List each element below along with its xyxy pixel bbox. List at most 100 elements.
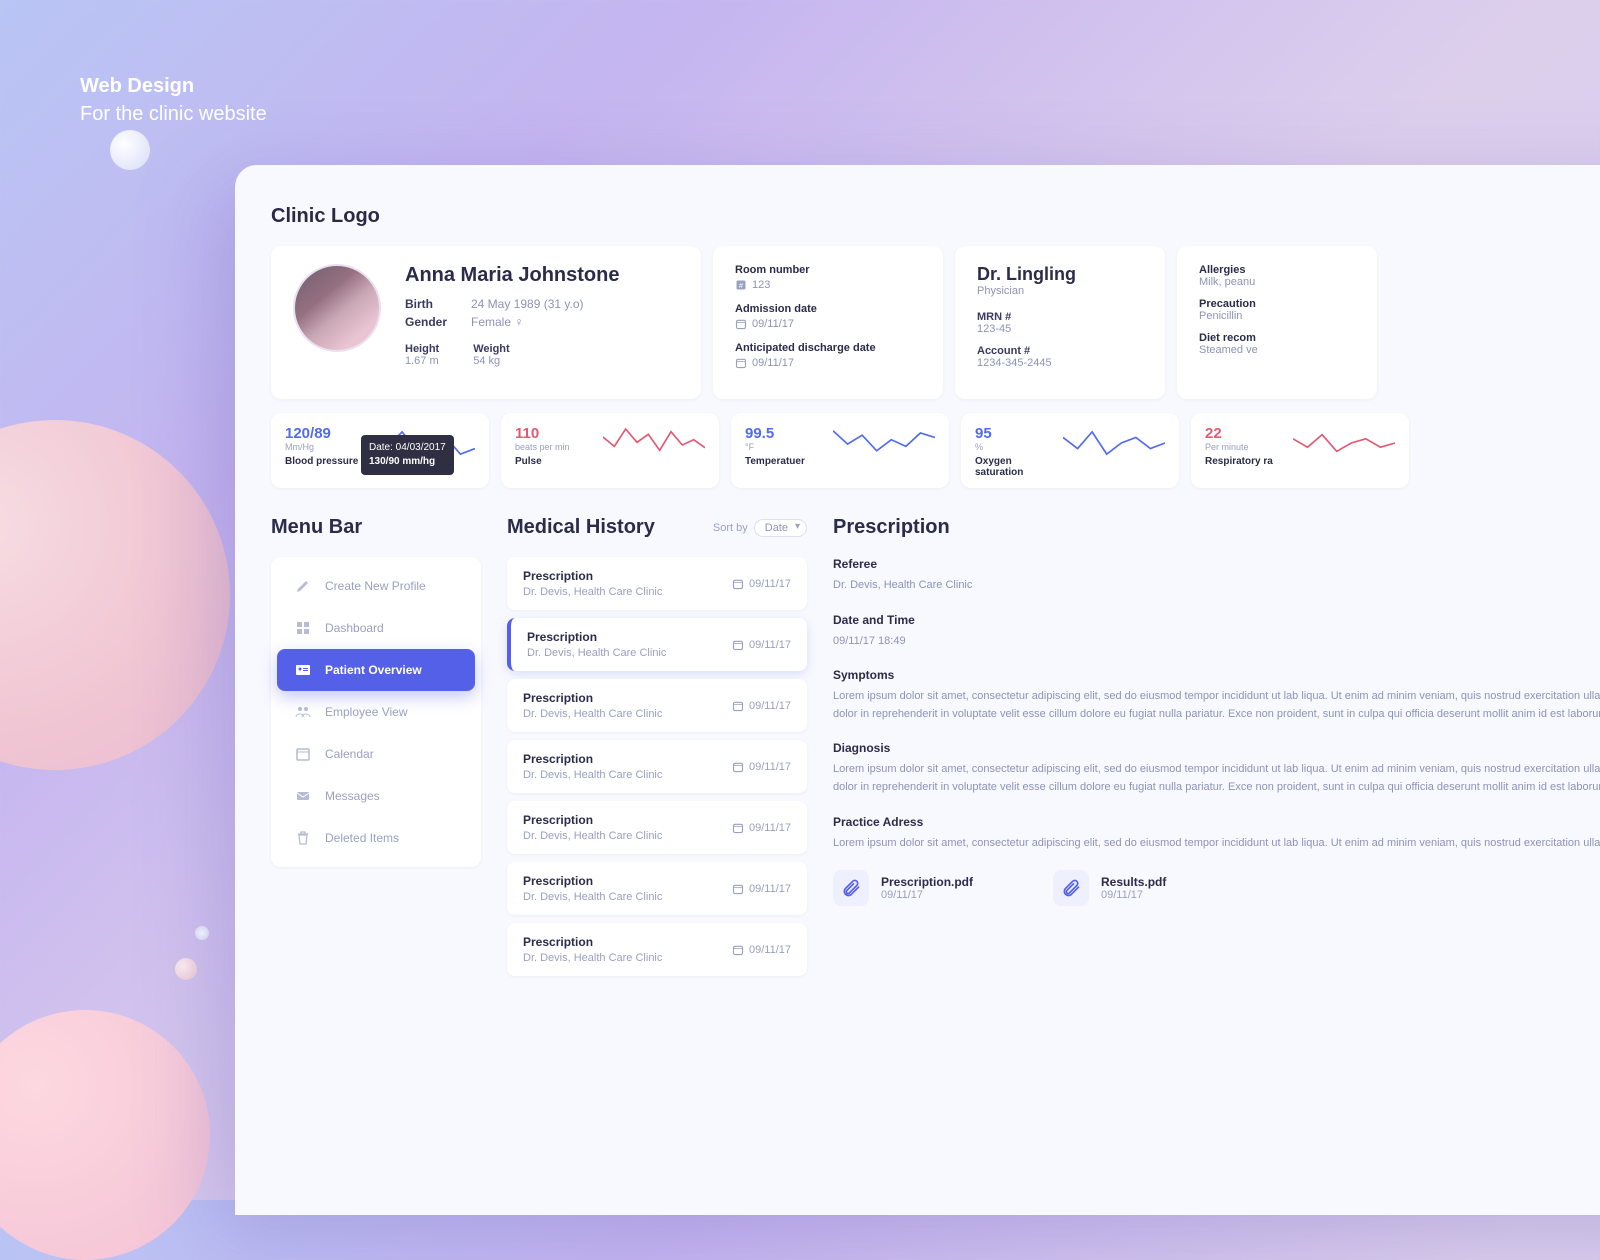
history-item[interactable]: PrescriptionDr. Devis, Health Care Clini… (507, 801, 807, 854)
menu-card: Create New Profile Dashboard Patient Overv… (271, 557, 481, 867)
paperclip-icon (833, 870, 869, 906)
history-item-subtitle: Dr. Devis, Health Care Clinic (523, 769, 662, 781)
sort-by: Sort by Date (713, 519, 807, 537)
history-item-date: 09/11/17 (732, 944, 791, 956)
menu-messages[interactable]: Messages (277, 775, 475, 817)
history-item[interactable]: PrescriptionDr. Devis, Health Care Clini… (507, 679, 807, 732)
datetime-label: Date and Time (833, 613, 1600, 627)
patient-avatar[interactable] (293, 264, 381, 352)
vital-unit: beats per min (515, 442, 593, 452)
account-label: Account # (977, 345, 1143, 357)
history-title: Medical History (507, 516, 655, 539)
menu-calendar[interactable]: Calendar (277, 733, 475, 775)
menu-item-label: Employee View (325, 705, 408, 719)
history-item-title: Prescription (523, 752, 662, 766)
history-column: Medical History Sort by Date Prescriptio… (507, 516, 807, 984)
address-label: Practice Adress (833, 815, 1600, 829)
clinic-logo: Clinic Logo (271, 205, 1600, 228)
menu-item-label: Create New Profile (325, 579, 426, 593)
calendar-icon (732, 761, 744, 773)
patient-card: Anna Maria Johnstone Birth24 May 1989 (3… (271, 246, 701, 399)
history-item-date: 09/11/17 (732, 578, 791, 590)
decorative-orb (0, 1010, 210, 1260)
history-list: Prescription Dr. Devis, Health Care Clini… (507, 557, 807, 976)
menu-title: Menu Bar (271, 516, 481, 539)
diagnosis-label: Diagnosis (833, 741, 1600, 755)
hero-caption-line1: Web Design (80, 72, 267, 100)
history-item-title: Prescription (527, 630, 666, 644)
menu-employee-view[interactable]: Employee View (277, 691, 475, 733)
summary-row: Anna Maria Johnstone Birth24 May 1989 (3… (271, 246, 1600, 399)
account-value: 1234-345-2445 (977, 357, 1143, 369)
doctor-card: Dr. Lingling Physician MRN #123-45 Accou… (955, 246, 1165, 399)
vital-name: Respiratory ra (1205, 456, 1283, 467)
history-item-title: Prescription (523, 813, 662, 827)
history-item-title: Prescription (523, 691, 662, 705)
sparkline-chart (833, 425, 935, 461)
attachment-row: Prescription.pdf09/11/17 Results.pdf09/1… (833, 870, 1600, 906)
height-label: Height (405, 343, 439, 355)
menu-item-label: Deleted Items (325, 831, 399, 845)
vital-respiratory-ra[interactable]: 22 Per minute Respiratory ra (1191, 413, 1409, 488)
diet-value: Steamed ve (1199, 344, 1355, 356)
vital-pulse[interactable]: 110 beats per min Pulse (501, 413, 719, 488)
decorative-orb (195, 926, 209, 940)
attachment-name: Prescription.pdf (881, 875, 973, 889)
vital-oxygen-saturation[interactable]: 95 % Oxygen saturation (961, 413, 1179, 488)
menu-deleted-items[interactable]: Deleted Items (277, 817, 475, 859)
vital-unit: Per minute (1205, 442, 1283, 452)
sparkline-chart (1063, 425, 1165, 461)
history-item-date: 09/11/17 (732, 883, 791, 895)
vital-value: 22 (1205, 425, 1283, 442)
referee-value: Dr. Devis, Health Care Clinic (833, 577, 1600, 595)
vital-value: 110 (515, 425, 593, 442)
attachment[interactable]: Results.pdf09/11/17 (1053, 870, 1166, 906)
attachment-date: 09/11/17 (881, 889, 973, 901)
admission-date-label: Admission date (735, 303, 921, 315)
prescription-column: Prescription RefereeDr. Devis, Health Ca… (833, 516, 1600, 984)
hash-icon: # (735, 279, 747, 291)
history-item-date: 09/11/17 (732, 639, 791, 651)
mrn-value: 123-45 (977, 323, 1143, 335)
history-item-date: 09/11/17 (732, 761, 791, 773)
history-item[interactable]: PrescriptionDr. Devis, Health Care Clini… (507, 862, 807, 915)
female-icon: ♀ (514, 315, 523, 329)
attachment[interactable]: Prescription.pdf09/11/17 (833, 870, 973, 906)
allergies-label: Allergies (1199, 264, 1355, 276)
discharge-date-label: Anticipated discharge date (735, 342, 921, 354)
mail-icon (295, 788, 311, 804)
menu-patient-overview[interactable]: Patient Overview (277, 649, 475, 691)
vital-unit: °F (745, 442, 823, 452)
decorative-orb (110, 130, 150, 170)
room-label: Room number (735, 264, 921, 276)
vital-name: Temperatuer (745, 456, 823, 467)
vital-temperatuer[interactable]: 99.5 °F Temperatuer (731, 413, 949, 488)
sort-by-label: Sort by (713, 522, 748, 534)
sort-select[interactable]: Date (754, 519, 807, 537)
sparkline-chart (603, 425, 705, 461)
paperclip-icon (1053, 870, 1089, 906)
history-item-date: 09/11/17 (732, 822, 791, 834)
menu-create-new-profile[interactable]: Create New Profile (277, 565, 475, 607)
menu-item-label: Dashboard (325, 621, 384, 635)
decorative-orb (0, 420, 230, 770)
calendar-icon (732, 639, 744, 651)
history-item-date: 09/11/17 (732, 700, 791, 712)
history-item[interactable]: PrescriptionDr. Devis, Health Care Clini… (507, 923, 807, 976)
history-item[interactable]: Prescription Dr. Devis, Health Care Clini… (507, 740, 807, 793)
vital-tooltip: Date: 04/03/2017130/90 mm/hg (361, 435, 454, 475)
discharge-date-value: 09/11/17 (752, 357, 794, 369)
prescription-title: Prescription (833, 516, 1600, 539)
address-text: Lorem ipsum dolor sit amet, consectetur … (833, 835, 1600, 853)
vital-blood-pressure[interactable]: 120/89 Mm/Hg Blood pressure Date: 04/03/… (271, 413, 489, 488)
vital-value: 99.5 (745, 425, 823, 442)
menu-item-label: Patient Overview (325, 663, 422, 677)
history-item[interactable]: Prescription Dr. Devis, Health Care Clini… (507, 618, 807, 671)
vital-unit: % (975, 442, 1053, 452)
history-item[interactable]: PrescriptionDr. Devis, Health Care Clini… (507, 557, 807, 610)
calendar-icon (732, 944, 744, 956)
doctor-name: Dr. Lingling (977, 264, 1143, 285)
menu-dashboard[interactable]: Dashboard (277, 607, 475, 649)
history-item-subtitle: Dr. Devis, Health Care Clinic (527, 647, 666, 659)
pencil-icon (295, 578, 311, 594)
